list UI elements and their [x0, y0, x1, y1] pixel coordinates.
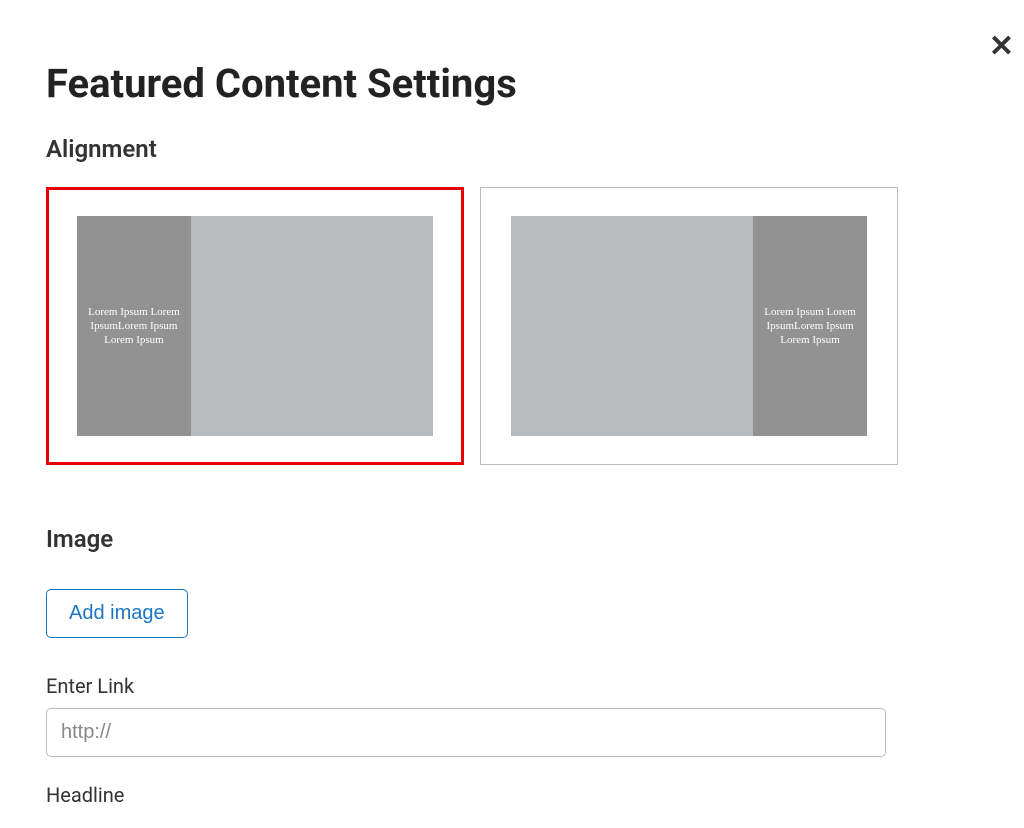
alignment-option-left[interactable]: Lorem Ipsum Lorem IpsumLorem Ipsum Lorem… — [46, 187, 464, 465]
alignment-preview-placeholder-text: Lorem Ipsum Lorem IpsumLorem Ipsum Lorem… — [77, 305, 191, 348]
alignment-preview-right: Lorem Ipsum Lorem IpsumLorem Ipsum Lorem… — [511, 216, 867, 436]
alignment-preview-sidebar: Lorem Ipsum Lorem IpsumLorem Ipsum Lorem… — [753, 216, 867, 436]
add-image-button[interactable]: Add image — [46, 589, 188, 638]
alignment-preview-left: Lorem Ipsum Lorem IpsumLorem Ipsum Lorem… — [77, 216, 433, 436]
alignment-preview-content — [511, 216, 753, 436]
alignment-preview-placeholder-text: Lorem Ipsum Lorem IpsumLorem Ipsum Lorem… — [753, 305, 867, 348]
alignment-heading: Alignment — [46, 135, 978, 163]
headline-label: Headline — [46, 783, 978, 807]
settings-container: Featured Content Settings Alignment Lore… — [0, 0, 1024, 807]
link-input[interactable] — [46, 708, 886, 757]
close-icon[interactable]: ✕ — [989, 32, 1014, 62]
alignment-preview-sidebar: Lorem Ipsum Lorem IpsumLorem Ipsum Lorem… — [77, 216, 191, 436]
enter-link-label: Enter Link — [46, 674, 978, 698]
page-title: Featured Content Settings — [46, 60, 978, 107]
alignment-preview-content — [191, 216, 433, 436]
alignment-option-right[interactable]: Lorem Ipsum Lorem IpsumLorem Ipsum Lorem… — [480, 187, 898, 465]
alignment-options: Lorem Ipsum Lorem IpsumLorem Ipsum Lorem… — [46, 187, 978, 465]
image-heading: Image — [46, 525, 978, 553]
